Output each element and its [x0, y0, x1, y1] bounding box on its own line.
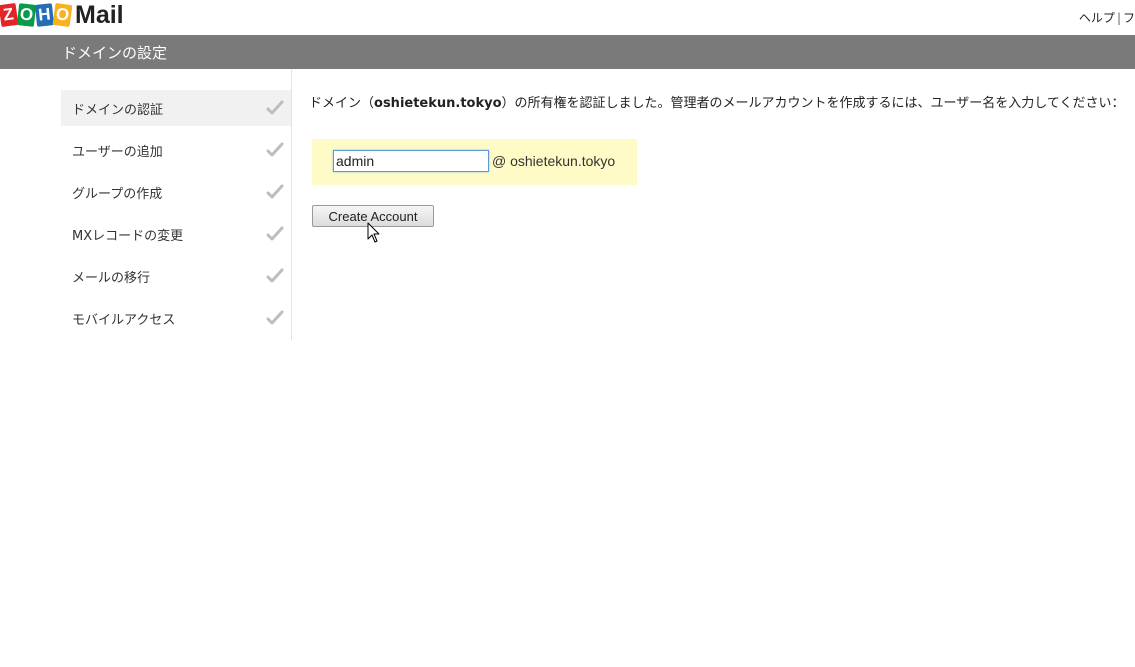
page-title: ドメインの設定 [62, 44, 168, 62]
check-icon [266, 142, 284, 157]
domain-suffix-label: @ oshietekun.tokyo [492, 153, 616, 169]
username-input[interactable]: admin [333, 150, 489, 172]
sidebar-item-label: ユーザーの追加 [72, 144, 163, 160]
instruction-text: ドメイン（oshietekun.tokyo）の所有権を認証しました。管理者のメー… [309, 92, 1125, 111]
sidebar-item-label: グループの作成 [72, 186, 163, 202]
check-icon [266, 226, 284, 241]
sidebar-item-mx-records[interactable]: MXレコードの変更 [61, 216, 291, 252]
title-bar: ドメインの設定 [0, 35, 1135, 69]
logo-letter-o2: O [52, 2, 73, 28]
account-form-box: admin @ oshietekun.tokyo [312, 139, 637, 185]
sidebar-item-add-users[interactable]: ユーザーの追加 [61, 132, 291, 168]
check-icon [266, 310, 284, 325]
sidebar-item-label: モバイルアクセス [72, 312, 176, 328]
sidebar-item-mobile-access[interactable]: モバイルアクセス [61, 300, 291, 336]
sidebar-item-migrate-mail[interactable]: メールの移行 [61, 258, 291, 294]
link-separator: | [1116, 11, 1121, 25]
top-links: ヘルプ | フ [1079, 9, 1135, 26]
mouse-cursor-icon [367, 222, 380, 243]
logo-letter-o: O [16, 3, 37, 27]
sidebar-item-label: メールの移行 [72, 270, 151, 286]
logo-letter-z: Z [0, 2, 19, 28]
check-icon [266, 100, 284, 115]
intro-prefix: ドメイン（ [309, 96, 375, 111]
sidebar-item-label: MXレコードの変更 [72, 228, 184, 244]
sidebar-item-create-groups[interactable]: グループの作成 [61, 174, 291, 210]
check-icon [266, 268, 284, 283]
sidebar-item-verify-domain[interactable]: ドメインの認証 [61, 90, 291, 126]
app-name: Mail [75, 0, 124, 29]
sidebar-divider [291, 69, 292, 340]
feedback-link[interactable]: フ [1123, 11, 1135, 25]
sidebar-item-label: ドメインの認証 [72, 102, 164, 118]
zoho-mail-logo[interactable]: Z O H O Mail [0, 1, 124, 29]
intro-domain: oshietekun.tokyo [374, 96, 502, 111]
help-link[interactable]: ヘルプ [1079, 11, 1115, 25]
top-bar: Z O H O Mail ヘルプ | フ [0, 0, 1135, 35]
check-icon [266, 184, 284, 199]
setup-steps-sidebar: ドメインの認証 ユーザーの追加 グループの作成 MXレコードの変更 メールの移行… [61, 90, 291, 342]
logo-letter-h: H [34, 3, 55, 27]
intro-suffix: ）の所有権を認証しました。管理者のメールアカウントを作成するには、ユーザー名を入… [501, 96, 1125, 111]
